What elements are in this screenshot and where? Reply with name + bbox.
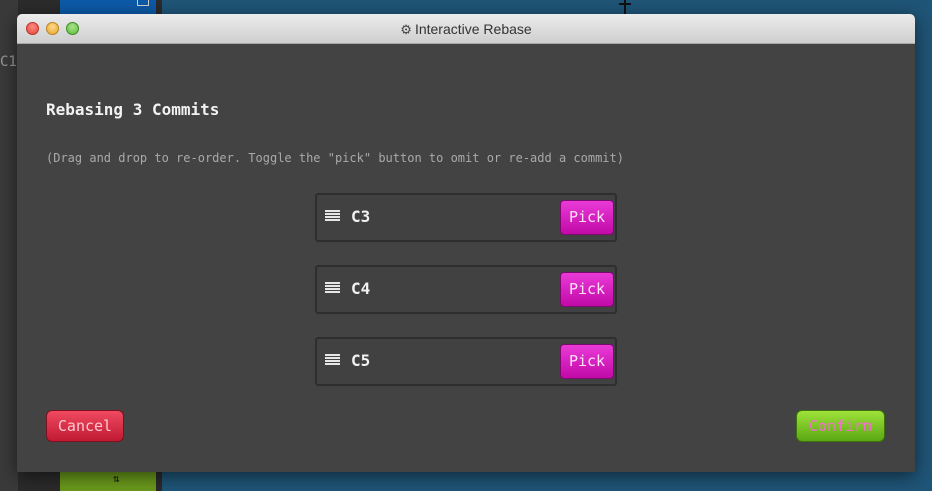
background-green-button: [60, 470, 156, 491]
dialog-hint: (Drag and drop to re-order. Toggle the "…: [46, 151, 624, 165]
gear-icon: ⚙: [400, 22, 412, 37]
drag-handle-icon[interactable]: [325, 354, 340, 367]
cancel-button[interactable]: Cancel: [46, 410, 124, 442]
window-title-text: Interactive Rebase: [414, 21, 532, 37]
interactive-rebase-window: ⚙ Interactive Rebase Rebasing 3 Commits (…: [17, 14, 915, 472]
background-commit-label: C1: [0, 54, 17, 70]
window-title: ⚙ Interactive Rebase: [17, 14, 915, 44]
pick-button-c4[interactable]: Pick: [560, 272, 614, 307]
commit-id: C4: [351, 279, 371, 298]
commit-row-c3[interactable]: C3 Pick: [315, 193, 617, 242]
commit-id: C3: [351, 207, 371, 226]
pick-button-c5[interactable]: Pick: [560, 344, 614, 379]
background-tree-node: [619, 3, 631, 5]
window-titlebar[interactable]: ⚙ Interactive Rebase: [17, 14, 915, 44]
commit-row-c5[interactable]: C5 Pick: [315, 337, 617, 386]
drag-handle-icon[interactable]: [325, 282, 340, 295]
commit-id: C5: [351, 351, 371, 370]
confirm-button[interactable]: Confirm: [796, 410, 885, 442]
background-edge: [0, 0, 18, 491]
background-toolbar-icon: [137, 0, 149, 6]
commit-row-c4[interactable]: C4 Pick: [315, 265, 617, 314]
dialog-heading: Rebasing 3 Commits: [46, 100, 220, 119]
background-sort-icon: ⇅: [113, 472, 120, 485]
pick-button-c3[interactable]: Pick: [560, 200, 614, 235]
drag-handle-icon[interactable]: [325, 210, 340, 223]
